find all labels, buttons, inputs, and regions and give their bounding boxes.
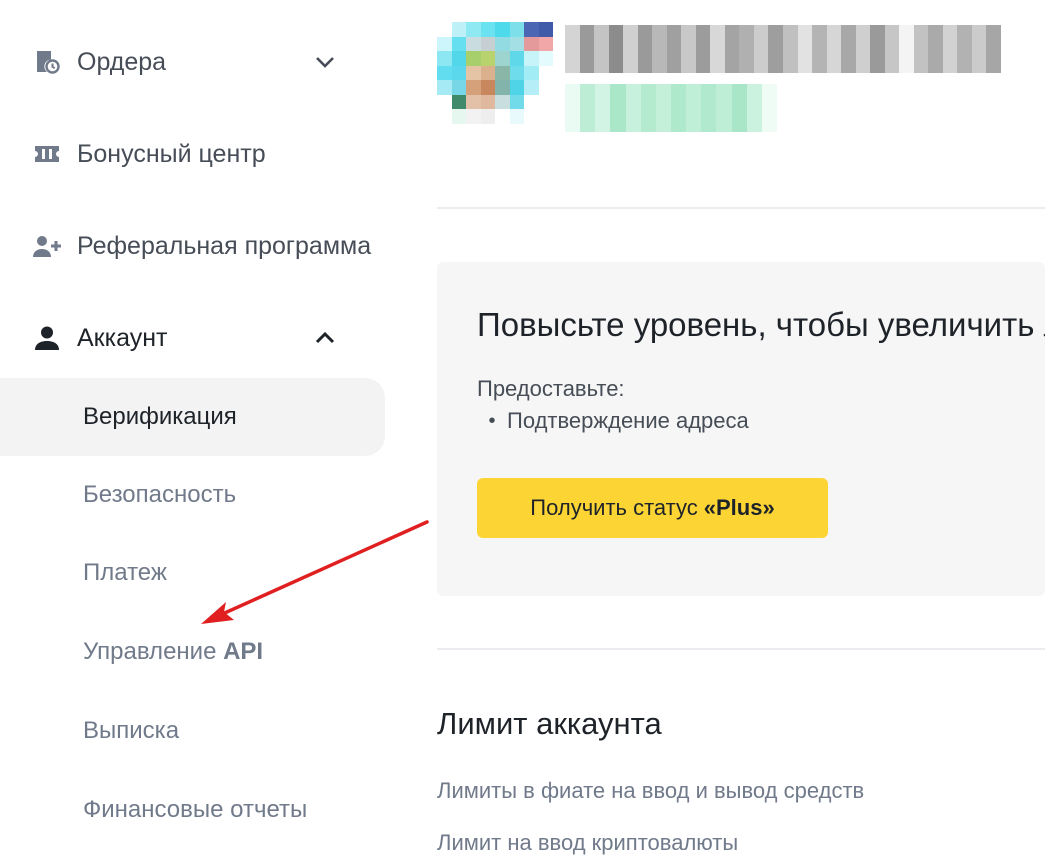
- provide-label: Предоставьте:: [477, 376, 625, 401]
- sidebar-subitem-label: Верификация: [83, 403, 237, 430]
- requirement-item: • Подтверждение адреса: [477, 408, 749, 434]
- sidebar-subitem-label: Платеж: [83, 559, 167, 586]
- sidebar-subitem-api-management[interactable]: Управление API: [0, 613, 385, 691]
- orders-clock-icon: [32, 47, 62, 77]
- api-label-strong: API: [223, 638, 264, 665]
- sidebar-subitem-financial-reports[interactable]: Финансовые отчеты: [0, 771, 385, 849]
- requirement-text: Подтверждение адреса: [507, 408, 749, 433]
- chevron-down-icon[interactable]: [312, 49, 338, 75]
- sidebar-subitem-payment[interactable]: Платеж: [0, 534, 385, 612]
- divider: [437, 207, 1045, 209]
- sidebar-subitem-label: Безопасность: [83, 481, 237, 508]
- sidebar-item-bonus-center[interactable]: Бонусный центр: [0, 114, 385, 194]
- sidebar-item-label: Бонусный центр: [77, 139, 266, 168]
- user-icon: [32, 323, 62, 353]
- sidebar: Ордера Бонусный центр Реферальная програ…: [0, 0, 400, 868]
- user-id-redacted: [565, 25, 1001, 73]
- sidebar-item-label: Аккаунт: [77, 323, 168, 352]
- sidebar-item-referral[interactable]: Реферальная программа: [0, 206, 385, 286]
- chevron-up-icon[interactable]: [312, 325, 338, 351]
- main-content: Повысьте уровень, чтобы увеличить л Пред…: [437, 0, 1045, 868]
- sidebar-item-account[interactable]: Аккаунт: [0, 298, 385, 378]
- requirements-list: • Подтверждение адреса: [477, 408, 749, 434]
- upgrade-level-card: Повысьте уровень, чтобы увеличить л Пред…: [437, 262, 1045, 596]
- sidebar-subitem-label: Финансовые отчеты: [83, 796, 308, 823]
- sidebar-subitem-label: Выписка: [83, 717, 180, 744]
- api-label-prefix: Управление: [83, 638, 224, 665]
- ticket-icon: [32, 139, 62, 169]
- divider: [437, 648, 1045, 650]
- fiat-limits-link[interactable]: Лимиты в фиате на ввод и вывод средств: [437, 778, 864, 804]
- avatar[interactable]: [437, 22, 553, 138]
- sidebar-subitem-security[interactable]: Безопасность: [0, 456, 385, 534]
- button-label-prefix: Получить статус: [530, 495, 698, 520]
- email-redacted: [565, 84, 777, 132]
- bullet: •: [488, 409, 496, 432]
- crypto-deposit-limit-link[interactable]: Лимит на ввод криптовалюты: [437, 830, 738, 856]
- sidebar-subitem-statement[interactable]: Выписка: [0, 692, 385, 770]
- sidebar-item-label: Реферальная программа: [77, 231, 372, 260]
- add-user-icon: [32, 231, 62, 261]
- sidebar-subitem-label: Управление API: [83, 638, 263, 666]
- upgrade-title: Повысьте уровень, чтобы увеличить л: [477, 306, 1045, 343]
- get-plus-status-button[interactable]: Получить статус «Plus»: [477, 478, 828, 538]
- button-label-strong: «Plus»: [703, 495, 775, 520]
- sidebar-item-orders[interactable]: Ордера: [0, 22, 385, 102]
- account-limit-title: Лимит аккаунта: [437, 706, 662, 741]
- sidebar-item-label: Ордера: [77, 47, 167, 76]
- sidebar-subitem-verification[interactable]: Верификация: [0, 378, 385, 456]
